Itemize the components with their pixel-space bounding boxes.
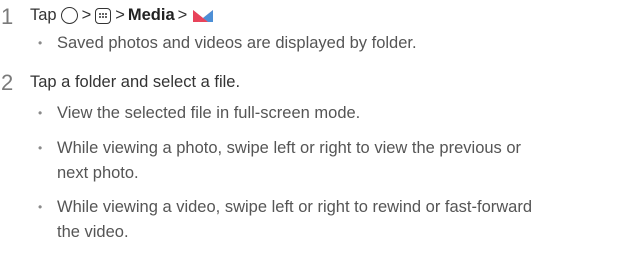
step-instruction: Tap a folder and select a file. [30,73,241,91]
separator: > [177,6,188,24]
separator: > [81,6,92,24]
list-item: • While viewing a video, swipe left or r… [38,198,533,216]
home-circle-icon [60,7,78,24]
gallery-icon [193,9,214,22]
separator: > [115,6,125,24]
apps-icon [95,7,112,24]
step-number: 1 [1,4,14,29]
list-item-continuation: the video. [57,223,129,241]
step-text-prefix: Tap [30,6,57,24]
list-item: • While viewing a photo, swipe left or r… [38,139,522,157]
step-number: 2 [1,70,14,95]
step-instruction: Tap > > Media > [30,6,214,25]
list-item-continuation: next photo. [57,164,139,182]
list-item: • View the selected file in full-screen … [38,104,361,122]
list-item: • Saved photos and videos are displayed … [38,34,417,52]
media-label: Media [127,6,175,24]
